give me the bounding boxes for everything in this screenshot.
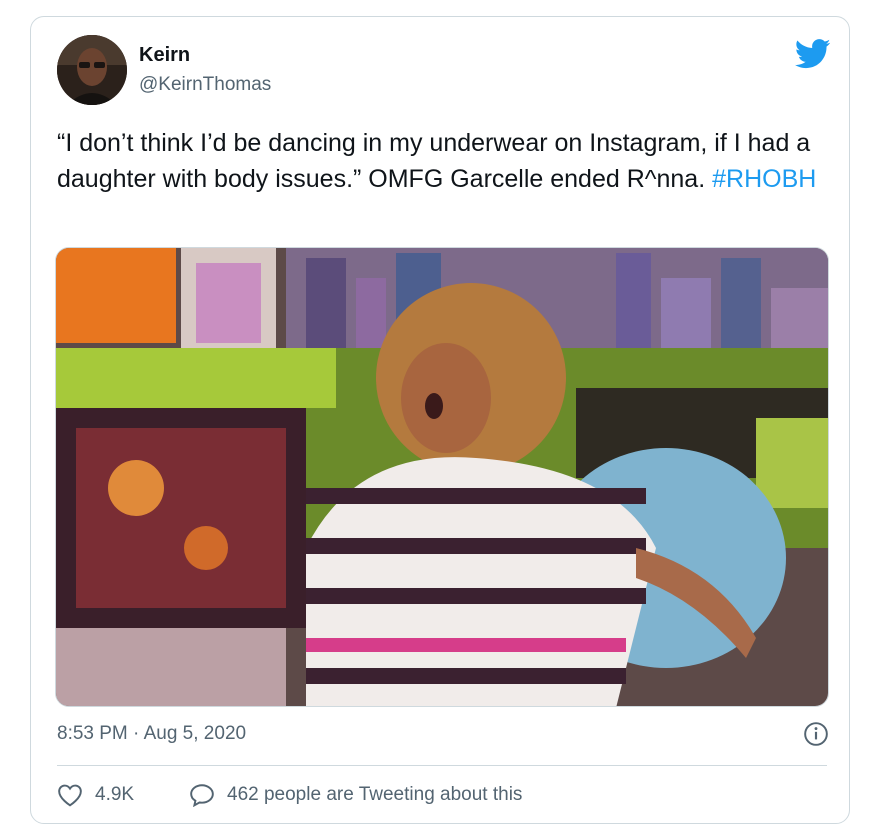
tweet-media-image[interactable] [55,247,829,707]
tweet-text: “I don’t think I’d be dancing in my unde… [57,125,837,197]
divider [57,765,827,766]
tweet-body: “I don’t think I’d be dancing in my unde… [57,129,811,193]
like-button[interactable]: 4.9K [57,783,134,807]
info-icon[interactable] [803,721,829,747]
author-name[interactable]: Keirn [139,44,190,67]
speech-bubble-icon [190,784,214,807]
author-handle[interactable]: @KeirnThomas [139,74,271,96]
twitter-bird-icon[interactable] [795,39,831,69]
tweet-card[interactable]: Keirn @KeirnThomas “I don’t think I’d be… [30,16,850,824]
like-count: 4.9K [95,784,135,805]
conversation-count: 462 people are Tweeting about this [227,784,523,805]
heart-icon [58,784,82,807]
avatar[interactable] [57,35,127,105]
conversation-link[interactable]: 462 people are Tweeting about this [189,783,522,807]
tweet-timestamp[interactable]: 8:53 PM · Aug 5, 2020 [57,723,246,745]
hashtag-link[interactable]: #RHOBH [712,165,816,193]
